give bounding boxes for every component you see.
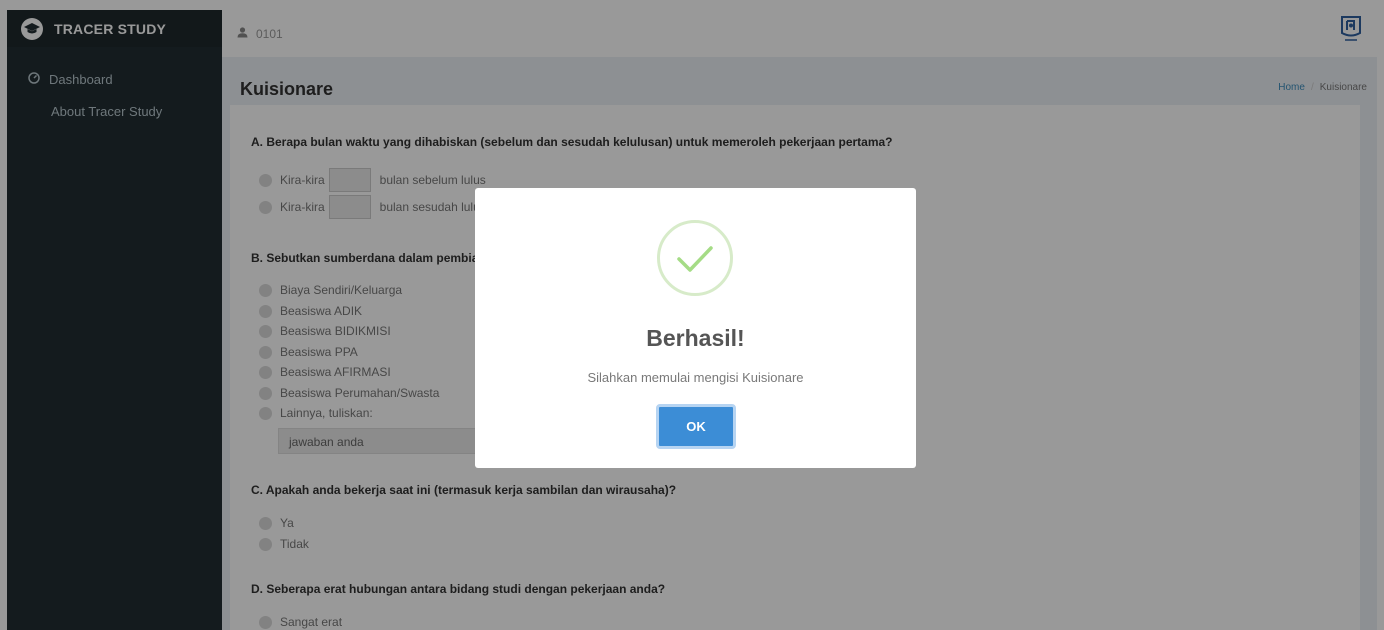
ok-button[interactable]: OK xyxy=(656,404,736,449)
dialog-message: Silahkan memulai mengisi Kuisionare xyxy=(587,370,804,385)
success-dialog: Berhasil! Silahkan memulai mengisi Kuisi… xyxy=(475,188,916,468)
dialog-title: Berhasil! xyxy=(646,325,745,351)
check-icon xyxy=(657,220,733,296)
